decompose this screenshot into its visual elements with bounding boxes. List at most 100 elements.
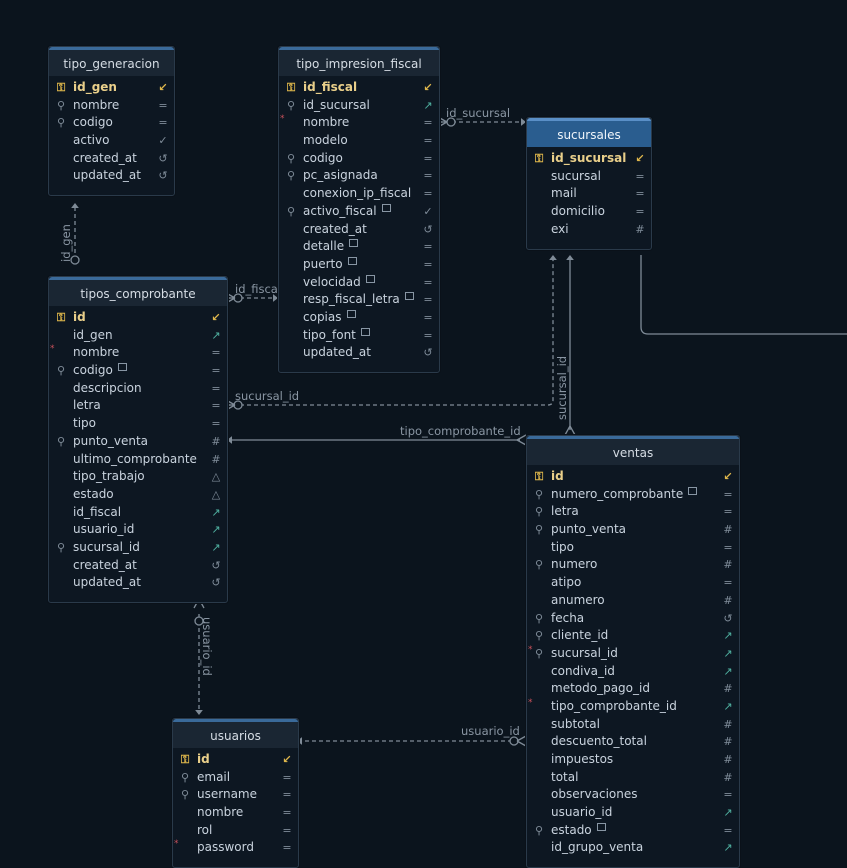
table-header[interactable]: sucursales [527, 118, 651, 147]
column-row[interactable]: ⚿ id ↙ [527, 468, 739, 486]
column-row[interactable]: updated_at ↺ [279, 344, 439, 362]
text-type-icon: = [635, 205, 645, 219]
column-row[interactable]: tipo = [49, 415, 227, 433]
table-header[interactable]: tipo_generacion [49, 47, 174, 76]
column-row[interactable]: nombre = [173, 804, 298, 822]
table-tipo-generacion[interactable]: tipo_generacion ⚿ id_gen ↙ ⚲ nombre = ⚲ codigo = a… [48, 46, 175, 197]
column-row[interactable]: anumero # [527, 592, 739, 610]
column-row[interactable]: usuario_id ↗ [527, 804, 739, 822]
comment-icon[interactable] [117, 363, 127, 372]
column-row[interactable]: total # [527, 769, 739, 787]
column-row[interactable]: ⚲ punto_venta # [527, 521, 739, 539]
comment-icon[interactable] [365, 274, 375, 283]
column-row[interactable]: usuario_id ↗ [49, 521, 227, 539]
column-row[interactable]: updated_at ↺ [49, 574, 227, 592]
column-row[interactable]: conexion_ip_fiscal = [279, 185, 439, 203]
column-row[interactable]: puerto = [279, 256, 439, 274]
column-row[interactable]: descripcion = [49, 380, 227, 398]
column-row[interactable]: * tipo_comprobante_id ↗ [527, 698, 739, 716]
column-row[interactable]: activo ✓ [49, 132, 174, 150]
comment-icon[interactable] [404, 292, 414, 301]
table-usuarios[interactable]: usuarios ⚿ id ↙ ⚲ email = ⚲ username = nombre = rol =… [172, 718, 299, 868]
column-row[interactable]: ⚲ letra = [527, 503, 739, 521]
column-row[interactable]: ⚲ sucursal_id ↗ [49, 539, 227, 557]
column-row[interactable]: tipo_font = [279, 327, 439, 345]
column-row[interactable]: id_gen ↗ [49, 327, 227, 345]
column-row[interactable]: updated_at ↺ [49, 167, 174, 185]
column-row[interactable]: ⚿ id_fiscal ↙ [279, 79, 439, 97]
column-row[interactable]: ultimo_comprobante # [49, 451, 227, 469]
column-row[interactable]: tipo_trabajo △ [49, 468, 227, 486]
column-row[interactable]: subtotal # [527, 716, 739, 734]
comment-icon[interactable] [381, 203, 391, 212]
column-row[interactable]: ⚲ email = [173, 769, 298, 787]
table-tipos-comprobante[interactable]: tipos_comprobante ⚿ id ↙ id_gen ↗ * nombre = ⚲ cod… [48, 276, 228, 604]
comment-icon[interactable] [596, 822, 606, 831]
column-row[interactable]: ⚲ codigo = [49, 362, 227, 380]
column-name: id [551, 468, 564, 486]
comment-icon[interactable] [688, 486, 698, 495]
column-row[interactable]: ⚿ id ↙ [49, 309, 227, 327]
column-row[interactable]: * password = [173, 839, 298, 857]
table-header[interactable]: ventas [527, 436, 739, 465]
column-row[interactable]: created_at ↺ [49, 150, 174, 168]
edge-sucursales-offscreen[interactable] [640, 255, 847, 335]
table-header[interactable]: tipo_impresion_fiscal [279, 47, 439, 76]
column-row[interactable]: ⚲ numero # [527, 556, 739, 574]
column-row[interactable]: modelo = [279, 132, 439, 150]
column-row[interactable]: observaciones = [527, 786, 739, 804]
table-ventas[interactable]: ventas ⚿ id ↙ ⚲ numero_comprobante = ⚲ letra = ⚲ pu… [526, 435, 740, 868]
column-row[interactable]: rol = [173, 822, 298, 840]
column-row[interactable]: resp_fiscal_letra = [279, 291, 439, 309]
column-row[interactable]: velocidad = [279, 274, 439, 292]
column-row[interactable]: detalle = [279, 238, 439, 256]
column-row[interactable]: ⚲ punto_venta # [49, 433, 227, 451]
table-header[interactable]: usuarios [173, 719, 298, 748]
column-row[interactable]: copias = [279, 309, 439, 327]
column-row[interactable]: condiva_id ↗ [527, 663, 739, 681]
column-row[interactable]: ⚲ username = [173, 786, 298, 804]
table-tipo-impresion-fiscal[interactable]: tipo_impresion_fiscal ⚿ id_fiscal ↙ ⚲ id_sucu… [278, 46, 440, 374]
column-row[interactable]: ⚿ id_sucursal ↙ [527, 150, 651, 168]
column-row[interactable]: sucursal = [527, 168, 651, 186]
column-row[interactable]: ⚲ nombre = [49, 97, 174, 115]
table-header[interactable]: tipos_comprobante [49, 277, 227, 306]
column-row[interactable]: ⚲ codigo = [49, 114, 174, 132]
column-row[interactable]: atipo = [527, 574, 739, 592]
comment-icon[interactable] [347, 256, 357, 265]
column-row[interactable]: * ⚲ sucursal_id ↗ [527, 645, 739, 663]
comment-icon[interactable] [349, 239, 359, 248]
column-row[interactable]: ⚿ id_gen ↙ [49, 79, 174, 97]
column-row[interactable]: ⚲ id_sucursal ↗ [279, 97, 439, 115]
column-row[interactable]: mail = [527, 185, 651, 203]
column-row[interactable]: tipo = [527, 539, 739, 557]
comment-icon[interactable] [360, 327, 370, 336]
column-row[interactable]: ⚲ fecha ↺ [527, 610, 739, 628]
column-row[interactable]: id_grupo_venta ↗ [527, 839, 739, 857]
column-row[interactable]: ⚲ activo_fiscal ✓ [279, 203, 439, 221]
column-row[interactable]: * nombre = [279, 114, 439, 132]
column-row[interactable]: created_at ↺ [49, 557, 227, 575]
comment-icon[interactable] [346, 309, 356, 318]
column-row[interactable]: letra = [49, 397, 227, 415]
column-row[interactable]: ⚲ estado = [527, 822, 739, 840]
er-diagram-canvas[interactable]: id_gen id_fiscal id_sucursal sucursal_id suc… [0, 0, 847, 868]
column-row[interactable]: id_fiscal ↗ [49, 504, 227, 522]
column-row[interactable]: descuento_total # [527, 733, 739, 751]
column-row[interactable]: exi # [527, 221, 651, 239]
column-row[interactable]: ⚲ codigo = [279, 150, 439, 168]
table-sucursales[interactable]: sucursales ⚿ id_sucursal ↙ sucursal = mail = dom… [526, 117, 652, 250]
column-row[interactable]: ⚲ pc_asignada = [279, 167, 439, 185]
column-name-text: codigo [73, 115, 113, 130]
column-row[interactable]: estado △ [49, 486, 227, 504]
column-row[interactable]: ⚿ id ↙ [173, 751, 298, 769]
column-row[interactable]: domicilio = [527, 203, 651, 221]
column-row[interactable]: ⚲ cliente_id ↗ [527, 627, 739, 645]
column-row[interactable]: created_at ↺ [279, 221, 439, 239]
column-row[interactable]: impuestos # [527, 751, 739, 769]
column-row[interactable]: * nombre = [49, 344, 227, 362]
column-row[interactable]: ⚲ numero_comprobante = [527, 486, 739, 504]
column-name-text: activo [73, 133, 110, 148]
column-name: condiva_id [551, 663, 615, 681]
column-row[interactable]: metodo_pago_id # [527, 680, 739, 698]
